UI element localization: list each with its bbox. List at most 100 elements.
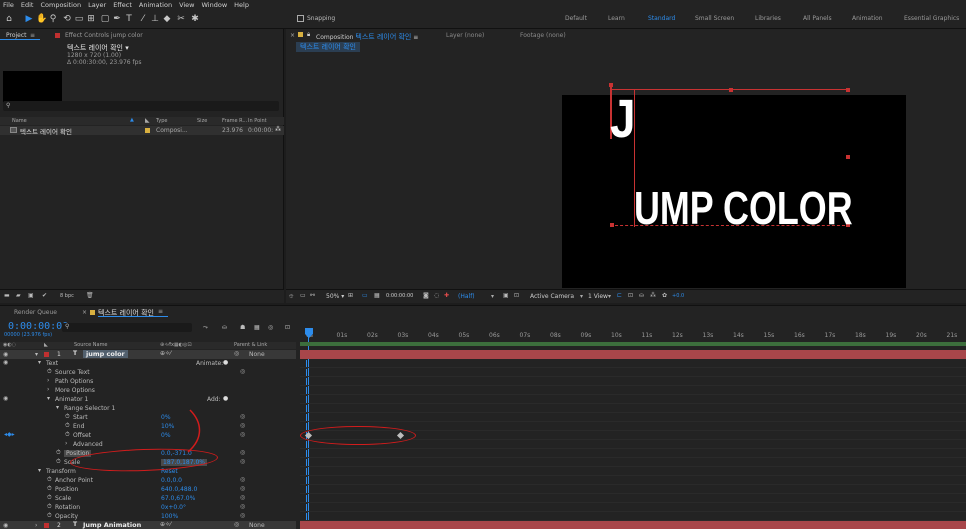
property-track[interactable] — [300, 494, 966, 503]
bbox-handle[interactable] — [609, 83, 613, 87]
property-track[interactable] — [300, 476, 966, 485]
property-track[interactable] — [300, 404, 966, 413]
menu-help[interactable]: Help — [234, 1, 249, 9]
stopwatch-icon[interactable]: ⏱ — [65, 422, 70, 430]
expression-pickwhip-icon[interactable]: ◎ — [240, 368, 245, 375]
parent-select[interactable]: None — [249, 522, 265, 529]
property-track[interactable] — [300, 503, 966, 512]
tab-composition[interactable]: Composition 텍스트 레이어 확인 ≡ — [316, 32, 418, 42]
property-track[interactable] — [300, 413, 966, 422]
expression-pickwhip-icon[interactable]: ◎ — [240, 422, 245, 429]
draft-3d-icon[interactable]: ⛀ — [222, 324, 227, 331]
stopwatch-icon[interactable]: ⏱ — [65, 431, 70, 439]
timeline-menu-icon[interactable]: ≡ — [158, 308, 163, 315]
tab-footage[interactable]: Footage (none) — [520, 32, 566, 39]
exposure-icon[interactable]: ✿ — [662, 292, 667, 299]
pan-behind-tool-icon[interactable]: ⊞ — [86, 13, 96, 25]
property-track[interactable] — [300, 458, 966, 467]
roto-brush-tool-icon[interactable]: ✂ — [176, 13, 186, 25]
frame-blending-icon[interactable]: ▦ — [254, 324, 260, 331]
col-source-name[interactable]: Source Name — [74, 342, 108, 348]
snapping-checkbox[interactable] — [297, 15, 304, 22]
twirl-icon[interactable]: › — [65, 440, 67, 447]
bbox-handle[interactable] — [729, 88, 733, 92]
av-switches-icon[interactable]: ◉◐◌ — [3, 342, 16, 348]
twirl-icon[interactable]: ▾ — [35, 351, 38, 358]
toggle-pixel-aspect-icon[interactable]: ⊏ — [617, 292, 622, 299]
motion-blur-icon[interactable]: ◎ — [268, 324, 273, 331]
adjust-icon[interactable]: ✔ — [42, 292, 47, 299]
flowchart-icon[interactable]: ⁂ — [275, 126, 281, 133]
keyframe-nav-icon[interactable]: ◂◆▸ — [4, 431, 15, 438]
property-value[interactable]: 0x+0.0° — [161, 504, 186, 511]
add-property-icon[interactable]: ● — [223, 395, 228, 402]
stopwatch-icon[interactable]: ⏱ — [56, 458, 61, 466]
parent-select[interactable]: None — [249, 351, 265, 358]
property-value[interactable]: 100% — [161, 513, 178, 520]
layer-row[interactable]: ◉ › 2 T Jump Animation ⊕✧⁄ ◎ None — [0, 521, 296, 529]
zoom-select[interactable]: 50% ▾ — [326, 293, 344, 300]
property-value[interactable]: 0% — [161, 432, 171, 439]
layer-duration-bar[interactable] — [300, 521, 966, 529]
twirl-icon[interactable]: ▾ — [47, 395, 50, 402]
visibility-icon[interactable]: ◉ — [3, 395, 8, 402]
expression-pickwhip-icon[interactable]: ◎ — [240, 449, 245, 456]
expression-pickwhip-icon[interactable]: ◎ — [240, 458, 245, 465]
resolution-select[interactable]: (Half) — [458, 293, 475, 300]
layer-name[interactable]: jump color — [83, 350, 128, 358]
layer-duration-bar[interactable] — [300, 350, 966, 359]
tab-layer[interactable]: Layer (none) — [446, 32, 484, 39]
panel-menu-icon[interactable]: ≡ — [30, 32, 35, 39]
camera-dropdown-icon[interactable]: ▾ — [580, 293, 583, 300]
transparency-icon[interactable]: ▦ — [374, 292, 380, 299]
property-value[interactable]: 0% — [161, 414, 171, 421]
pen-tool-icon[interactable]: ✒ — [112, 13, 122, 25]
shy-layers-icon[interactable]: ☗ — [240, 324, 245, 331]
camera-select[interactable]: Active Camera — [530, 293, 574, 300]
stopwatch-icon[interactable]: ⏱ — [47, 512, 52, 520]
col-frame-rate[interactable]: Frame R... — [222, 118, 247, 124]
color-channel-icon[interactable]: ✚ — [444, 292, 449, 299]
project-search-input[interactable]: ⚲ — [3, 101, 279, 111]
menu-effect[interactable]: Effect — [113, 1, 132, 9]
toggle-transparency-icon[interactable]: ⊡ — [628, 292, 633, 299]
show-snapshot-icon[interactable]: ◌ — [434, 292, 439, 299]
new-comp-icon[interactable]: ▣ — [28, 292, 34, 299]
pick-whip-icon[interactable]: ◎ — [234, 521, 239, 528]
property-value[interactable]: 67.0,67.0% — [161, 495, 195, 502]
type-tool-icon[interactable]: T — [124, 13, 134, 25]
workspace-default[interactable]: Default — [565, 15, 587, 22]
new-folder-icon[interactable]: ▰ — [16, 292, 21, 299]
zoom-tool-icon[interactable]: ⚲ — [48, 13, 58, 25]
property-track[interactable] — [300, 449, 966, 458]
col-name[interactable]: Name — [12, 118, 27, 124]
mask-icon[interactable]: ⚯ — [310, 292, 315, 299]
col-parent-link[interactable]: Parent & Link — [234, 342, 267, 348]
property-value[interactable]: 10% — [161, 423, 174, 430]
3d-renderer-icon[interactable]: ⛀ — [639, 292, 644, 299]
stopwatch-icon[interactable]: ⏱ — [47, 368, 52, 376]
comp-breadcrumb[interactable]: 텍스트 레이어 확인 — [296, 42, 360, 52]
workspace-libraries[interactable]: Libraries — [755, 15, 781, 22]
menu-file[interactable]: File — [3, 1, 14, 9]
dropdown-icon[interactable]: ▾ — [491, 293, 494, 300]
exposure-value[interactable]: +0.0 — [672, 293, 684, 299]
stopwatch-icon[interactable]: ⏱ — [47, 503, 52, 511]
twirl-icon[interactable]: › — [47, 386, 49, 393]
flowchart-viewer-icon[interactable]: ⁂ — [650, 292, 656, 299]
property-value[interactable]: 0.0,0.0 — [161, 477, 182, 484]
tab-project[interactable]: Project — [6, 32, 27, 39]
expression-pickwhip-icon[interactable]: ◎ — [240, 494, 245, 501]
label-column-icon[interactable]: ◣ — [44, 342, 48, 348]
timeline-close-icon[interactable]: × — [82, 309, 87, 316]
lock-icon[interactable]: 🔒︎ — [307, 31, 310, 39]
trash-icon[interactable]: 🗑︎ — [86, 292, 94, 299]
property-track[interactable] — [300, 359, 966, 368]
expression-pickwhip-icon[interactable]: ◎ — [240, 503, 245, 510]
col-type[interactable]: Type — [156, 118, 167, 124]
hand-tool-icon[interactable]: ✋ — [36, 13, 47, 25]
camera-tool-icon[interactable]: ▭ — [74, 13, 84, 25]
property-track[interactable] — [300, 512, 966, 521]
workspace-animation[interactable]: Animation — [852, 15, 883, 22]
expression-pickwhip-icon[interactable]: ◎ — [240, 413, 245, 420]
